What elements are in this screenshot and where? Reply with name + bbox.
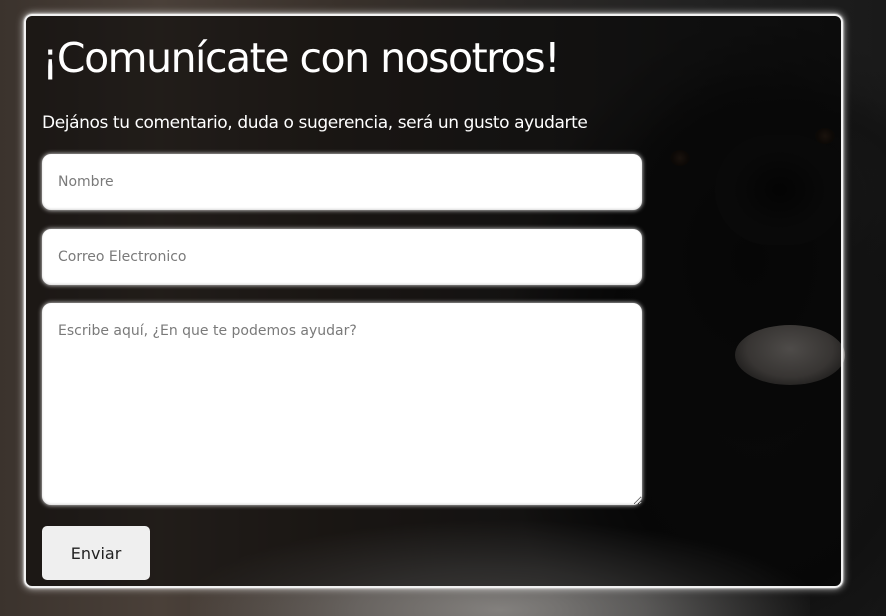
email-input[interactable] <box>42 229 642 285</box>
contact-form: ¡Comunícate con nosotros! Dejános tu com… <box>24 14 843 588</box>
form-subtitle: Dejános tu comentario, duda o sugerencia… <box>42 113 588 133</box>
name-input[interactable] <box>42 154 642 210</box>
submit-button[interactable]: Enviar <box>42 526 150 580</box>
contact-section: ¡Comunícate con nosotros! Dejános tu com… <box>0 0 886 616</box>
message-textarea[interactable] <box>42 303 642 505</box>
form-title: ¡Comunícate con nosotros! <box>42 34 561 82</box>
